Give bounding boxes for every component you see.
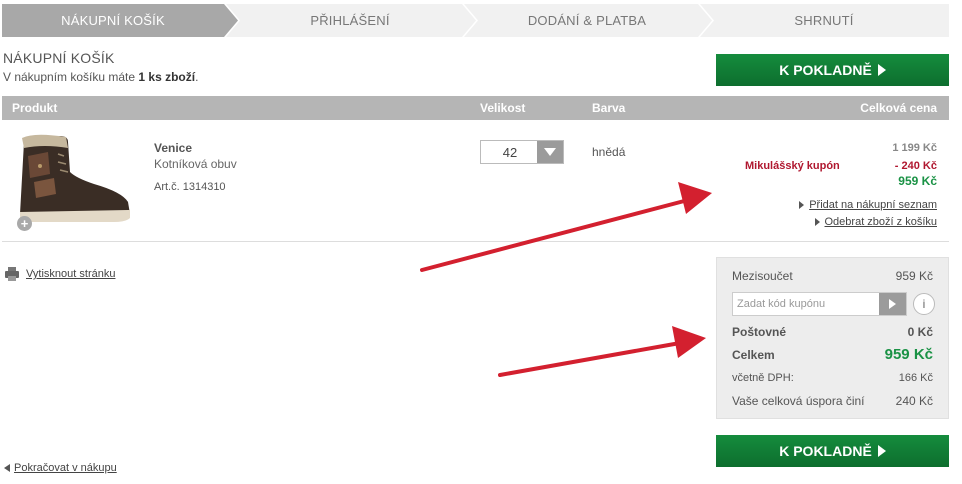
header-total: Celková cena bbox=[860, 101, 937, 115]
subtotal-value: 959 Kč bbox=[895, 269, 933, 283]
remove-item-link[interactable]: Odebrat zboží z košíku bbox=[814, 216, 938, 228]
printer-icon bbox=[5, 267, 19, 281]
savings-label: Vaše celková úspora činí bbox=[732, 394, 865, 408]
triangle-right-icon bbox=[814, 218, 820, 226]
continue-shopping-label: Pokračovat v nákupu bbox=[14, 462, 117, 474]
subtotal-row: Mezisoučet 959 Kč bbox=[732, 269, 933, 283]
play-arrow-icon bbox=[877, 445, 886, 457]
checkout-steps: NÁKUPNÍ KOŠÍK PŘIHLÁŠENÍ DODÁNÍ & PLATBA… bbox=[2, 4, 949, 37]
coupon-discount: - 240 Kč bbox=[894, 160, 937, 172]
triangle-left-icon bbox=[4, 464, 10, 472]
product-type: Kotníková obuv bbox=[154, 157, 237, 171]
cart-item-count: V nákupním košíku máte 1 ks zboží. bbox=[3, 70, 198, 84]
step-delivery-payment[interactable]: DODÁNÍ & PLATBA bbox=[476, 4, 698, 37]
print-page-link[interactable]: Vytisknout stránku bbox=[4, 266, 115, 282]
product-color: hnědá bbox=[592, 145, 626, 159]
header-color: Barva bbox=[592, 101, 626, 115]
order-summary: Mezisoučet 959 Kč i Poštovné 0 Kč Celkem… bbox=[716, 257, 949, 419]
coupon-label: Mikulášský kupón bbox=[745, 160, 840, 172]
shipping-label: Poštovné bbox=[732, 325, 787, 339]
chevron-down-icon[interactable] bbox=[537, 141, 563, 163]
price-original: 1 199 Kč bbox=[892, 142, 937, 154]
step-summary[interactable]: SHRNUTÍ bbox=[714, 4, 934, 37]
header-size: Velikost bbox=[480, 101, 526, 115]
price-final: 959 Kč bbox=[898, 174, 937, 188]
step-login[interactable]: PŘIHLÁŠENÍ bbox=[238, 4, 462, 37]
checkout-button-bottom[interactable]: K POKLADNĚ bbox=[716, 435, 949, 467]
subtotal-label: Mezisoučet bbox=[732, 269, 793, 283]
total-row: Celkem 959 Kč bbox=[732, 346, 933, 363]
cart-info-count: 1 ks zboží bbox=[138, 70, 196, 84]
checkout-button-label: K POKLADNĚ bbox=[779, 62, 872, 78]
product-image[interactable] bbox=[14, 134, 132, 226]
print-page-label: Vytisknout stránku bbox=[26, 268, 116, 280]
product-name[interactable]: Venice bbox=[154, 141, 192, 155]
size-select[interactable]: 42 bbox=[480, 140, 564, 164]
cart-item-row: + Venice Kotníková obuv Art.č. 1314310 4… bbox=[2, 122, 949, 242]
triangle-right-icon bbox=[799, 201, 805, 209]
continue-shopping-link[interactable]: Pokračovat v nákupu bbox=[4, 462, 117, 474]
checkout-button-top[interactable]: K POKLADNĚ bbox=[716, 54, 949, 86]
product-article-number: Art.č. 1314310 bbox=[154, 181, 226, 193]
page-title: NÁKUPNÍ KOŠÍK bbox=[3, 50, 115, 66]
vat-value: 166 Kč bbox=[898, 372, 933, 384]
annotation-arrowhead-2 bbox=[672, 326, 706, 358]
total-value: 959 Kč bbox=[884, 346, 933, 363]
zoom-plus-icon[interactable]: + bbox=[17, 216, 32, 231]
add-to-list-label: Přidat na nákupní seznam bbox=[809, 199, 937, 211]
step-cart: NÁKUPNÍ KOŠÍK bbox=[61, 13, 165, 28]
vat-label: včetně DPH: bbox=[732, 372, 794, 384]
total-label: Celkem bbox=[732, 347, 775, 362]
header-product: Produkt bbox=[12, 101, 58, 115]
play-arrow-icon bbox=[877, 64, 886, 76]
cart-info-suffix: . bbox=[195, 70, 199, 84]
coupon-submit-button[interactable] bbox=[879, 293, 906, 315]
savings-value: 240 Kč bbox=[895, 394, 933, 408]
checkout-button-label: K POKLADNĚ bbox=[779, 443, 872, 459]
shipping-row: Poštovné 0 Kč bbox=[732, 325, 933, 339]
cart-table-header: Produkt Velikost Barva Celková cena bbox=[2, 96, 949, 120]
vat-row: včetně DPH: 166 Kč bbox=[732, 372, 933, 384]
coupon-code-field[interactable] bbox=[732, 292, 907, 316]
add-to-list-link[interactable]: Přidat na nákupní seznam bbox=[799, 199, 937, 211]
annotation-arrow-2 bbox=[498, 341, 682, 377]
savings-row: Vaše celková úspora činí 240 Kč bbox=[732, 394, 933, 408]
cart-info-prefix: V nákupním košíku máte bbox=[3, 70, 139, 84]
shipping-value: 0 Kč bbox=[907, 325, 933, 339]
size-value: 42 bbox=[502, 145, 518, 160]
info-icon[interactable]: i bbox=[913, 293, 935, 315]
remove-item-label: Odebrat zboží z košíku bbox=[824, 216, 938, 228]
coupon-code-input[interactable] bbox=[733, 293, 878, 315]
